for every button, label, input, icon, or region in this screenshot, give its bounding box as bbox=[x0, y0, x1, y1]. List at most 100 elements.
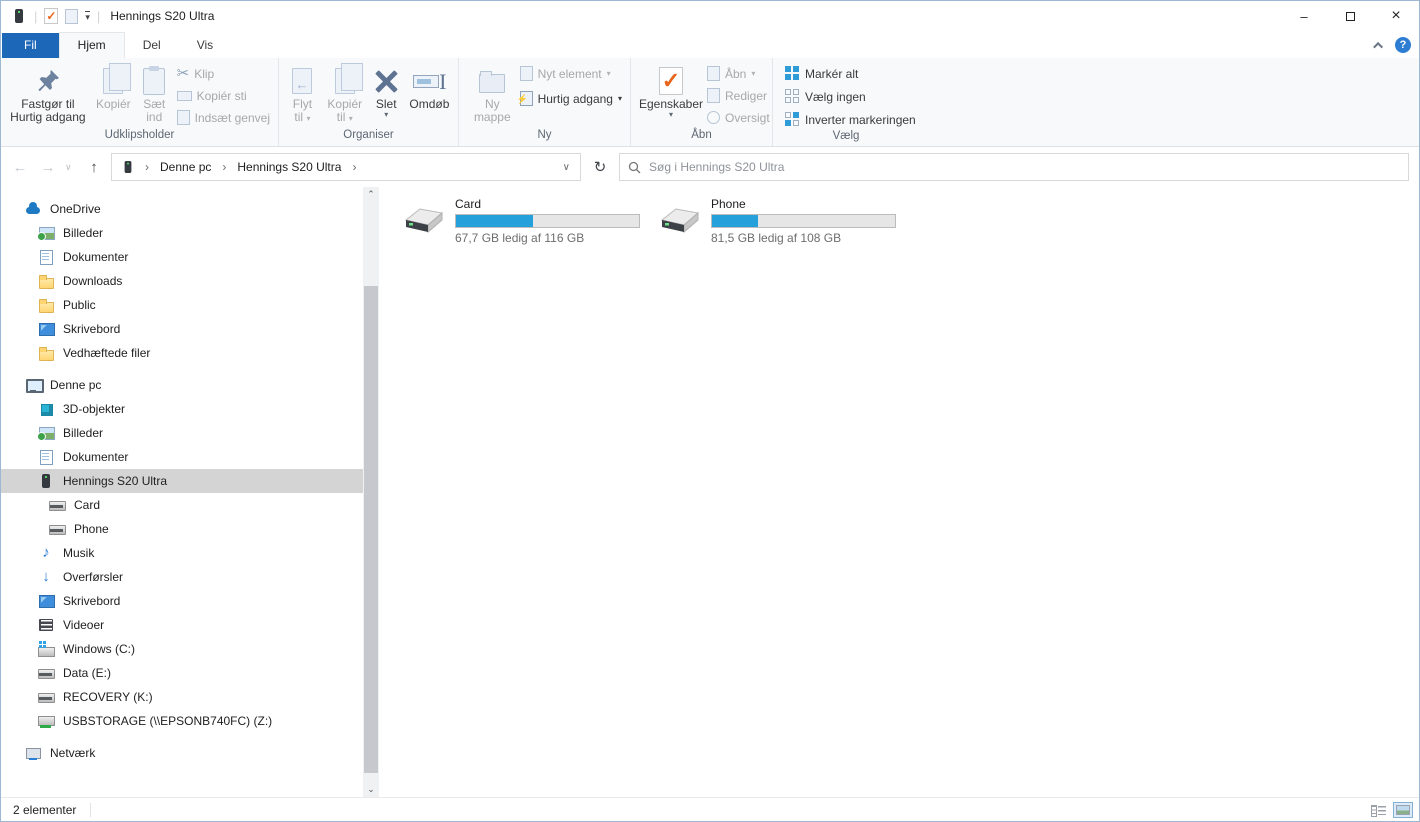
up-arrow-icon[interactable]: ↑ bbox=[83, 159, 105, 176]
sidebar-item-desktop[interactable]: Skrivebord bbox=[1, 317, 363, 341]
button-label: ind bbox=[146, 111, 162, 124]
tab-home[interactable]: Hjem bbox=[59, 32, 125, 58]
sidebar-item-pictures[interactable]: Billeder bbox=[1, 221, 363, 245]
sidebar-item-label: Netværk bbox=[50, 746, 95, 760]
properties-button[interactable]: ✓ Egenskaber ▾ bbox=[639, 61, 703, 121]
delete-button[interactable]: Slet ▾ bbox=[368, 61, 405, 121]
properties-check-icon[interactable]: ✓ bbox=[44, 8, 58, 24]
copy-path-button[interactable]: Kopiér sti bbox=[173, 85, 274, 106]
explorer-window: | ✓ ▾ | Hennings S20 Ultra – × Fil Hjem … bbox=[0, 0, 1420, 822]
dropdown-arrow-icon: ▾ bbox=[618, 95, 622, 103]
drive-icon bbox=[38, 689, 54, 705]
search-input[interactable] bbox=[649, 160, 1400, 174]
recent-locations-chevron-icon[interactable]: ∨ bbox=[65, 162, 77, 173]
help-icon[interactable]: ? bbox=[1395, 37, 1411, 53]
tab-share[interactable]: Del bbox=[125, 33, 179, 58]
refresh-button[interactable]: ↻ bbox=[587, 153, 613, 181]
button-label: Kopiér sti bbox=[197, 89, 247, 103]
sidebar-item-3d-objects[interactable]: 3D-objekter bbox=[1, 397, 363, 421]
drive-tile-card[interactable]: Card 67,7 GB ledig af 116 GB bbox=[401, 197, 641, 245]
sidebar-item-downloads[interactable]: Downloads bbox=[1, 269, 363, 293]
select-none-grid-icon bbox=[785, 89, 800, 104]
edit-button[interactable]: Rediger bbox=[703, 85, 774, 106]
pin-to-quick-access-button[interactable]: Fastgør til Hurtig adgang bbox=[5, 61, 91, 126]
button-label: mappe bbox=[474, 111, 511, 124]
sidebar-item-label: Dokumenter bbox=[63, 250, 128, 264]
maximize-button[interactable] bbox=[1327, 1, 1373, 31]
easy-access-button[interactable]: ⚡ Hurtig adgang ▾ bbox=[516, 88, 626, 109]
select-all-button[interactable]: Markér alt bbox=[781, 63, 920, 84]
desktop-icon bbox=[38, 593, 54, 609]
details-view-icon[interactable] bbox=[1369, 802, 1387, 818]
sidebar-item-label: Billeder bbox=[63, 226, 103, 240]
minimize-button[interactable]: – bbox=[1281, 1, 1327, 31]
sidebar-item-recovery-k[interactable]: RECOVERY (K:) bbox=[1, 685, 363, 709]
sidebar-item-documents-pc[interactable]: Dokumenter bbox=[1, 445, 363, 469]
sidebar-item-device-selected[interactable]: Hennings S20 Ultra bbox=[1, 469, 363, 493]
device-phone-icon bbox=[38, 473, 54, 489]
documents-icon bbox=[38, 249, 54, 265]
address-bar[interactable]: › Denne pc › Hennings S20 Ultra › ∨ bbox=[111, 153, 581, 181]
device-phone-icon bbox=[11, 8, 27, 24]
sidebar-item-public[interactable]: Public bbox=[1, 293, 363, 317]
sidebar-item-desktop-pc[interactable]: Skrivebord bbox=[1, 589, 363, 613]
open-button[interactable]: Åbn ▾ bbox=[703, 63, 774, 84]
cut-button[interactable]: ✂ Klip bbox=[173, 63, 274, 84]
breadcrumb-this-pc[interactable]: Denne pc bbox=[158, 160, 213, 174]
address-dropdown-icon[interactable]: ∨ bbox=[557, 162, 576, 173]
pictures-icon bbox=[38, 425, 54, 441]
sidebar-item-phone[interactable]: Phone bbox=[1, 517, 363, 541]
scroll-up-arrow-icon[interactable]: ⌃ bbox=[363, 187, 379, 202]
sidebar-item-windows-c[interactable]: Windows (C:) bbox=[1, 637, 363, 661]
history-button[interactable]: Oversigt bbox=[703, 107, 774, 128]
customize-dropdown-icon[interactable]: ▾ bbox=[85, 11, 90, 21]
sidebar-item-label: Musik bbox=[63, 546, 94, 560]
sidebar-item-attachments[interactable]: Vedhæftede filer bbox=[1, 341, 363, 365]
sidebar-scrollbar[interactable]: ⌃ ⌄ bbox=[363, 187, 379, 797]
select-none-button[interactable]: Vælg ingen bbox=[781, 86, 920, 107]
quick-access-page-icon: ⚡ bbox=[520, 91, 533, 106]
sidebar-item-this-pc[interactable]: Denne pc bbox=[1, 373, 363, 397]
drive-tile-phone[interactable]: Phone 81,5 GB ledig af 108 GB bbox=[657, 197, 897, 245]
ribbon-tab-row: Fil Hjem Del Vis ? bbox=[1, 31, 1419, 58]
lightning-icon: ⚡ bbox=[517, 94, 528, 105]
paste-button[interactable]: Sæt ind bbox=[136, 61, 173, 126]
rename-button[interactable]: Omdøb bbox=[405, 61, 454, 113]
sidebar-item-network[interactable]: Netværk bbox=[1, 741, 363, 765]
new-folder-button[interactable]: Ny mappe bbox=[469, 61, 516, 126]
sidebar-item-documents[interactable]: Dokumenter bbox=[1, 245, 363, 269]
sidebar-item-onedrive[interactable]: OneDrive bbox=[1, 197, 363, 221]
scrollbar-thumb[interactable] bbox=[364, 286, 378, 773]
paste-shortcut-button[interactable]: Indsæt genvej bbox=[173, 107, 274, 128]
sidebar-item-music[interactable]: Musik bbox=[1, 541, 363, 565]
sidebar-item-data-e[interactable]: Data (E:) bbox=[1, 661, 363, 685]
items-count: 2 elementer bbox=[13, 803, 91, 817]
sidebar-item-label: Windows (C:) bbox=[63, 642, 135, 656]
free-space-text: 67,7 GB ledig af 116 GB bbox=[455, 231, 641, 245]
sidebar-item-pictures-pc[interactable]: Billeder bbox=[1, 421, 363, 445]
back-arrow-icon[interactable]: ← bbox=[9, 159, 31, 176]
invert-selection-button[interactable]: Inverter markeringen bbox=[781, 109, 920, 130]
breadcrumb-chevron-icon: › bbox=[219, 160, 229, 174]
scroll-down-arrow-icon[interactable]: ⌄ bbox=[363, 782, 379, 797]
sidebar-item-card[interactable]: Card bbox=[1, 493, 363, 517]
sidebar-item-label: USBSTORAGE (\\EPSONB740FC) (Z:) bbox=[63, 714, 272, 728]
move-to-button[interactable]: ← Flyt til ▾ bbox=[283, 61, 322, 126]
new-item-button[interactable]: Nyt element ▾ bbox=[516, 63, 626, 84]
collapse-ribbon-icon[interactable] bbox=[1373, 41, 1383, 51]
sidebar-item-label: Data (E:) bbox=[63, 666, 111, 680]
copy-button[interactable]: Kopiér bbox=[91, 61, 136, 113]
sidebar-item-usbstorage-z[interactable]: USBSTORAGE (\\EPSONB740FC) (Z:) bbox=[1, 709, 363, 733]
large-icons-view-icon[interactable] bbox=[1393, 802, 1413, 818]
copy-to-button[interactable]: Kopiér til ▾ bbox=[322, 61, 368, 126]
tab-view[interactable]: Vis bbox=[179, 33, 231, 58]
tab-file[interactable]: Fil bbox=[2, 33, 59, 58]
sidebar-item-label: 3D-objekter bbox=[63, 402, 125, 416]
new-window-icon[interactable] bbox=[65, 9, 78, 24]
sidebar-item-videos[interactable]: Videoer bbox=[1, 613, 363, 637]
folder-icon bbox=[38, 345, 54, 361]
close-button[interactable]: × bbox=[1373, 1, 1419, 31]
breadcrumb-device[interactable]: Hennings S20 Ultra bbox=[235, 160, 343, 174]
forward-arrow-icon[interactable]: → bbox=[37, 159, 59, 176]
sidebar-item-downloads-pc[interactable]: Overførsler bbox=[1, 565, 363, 589]
